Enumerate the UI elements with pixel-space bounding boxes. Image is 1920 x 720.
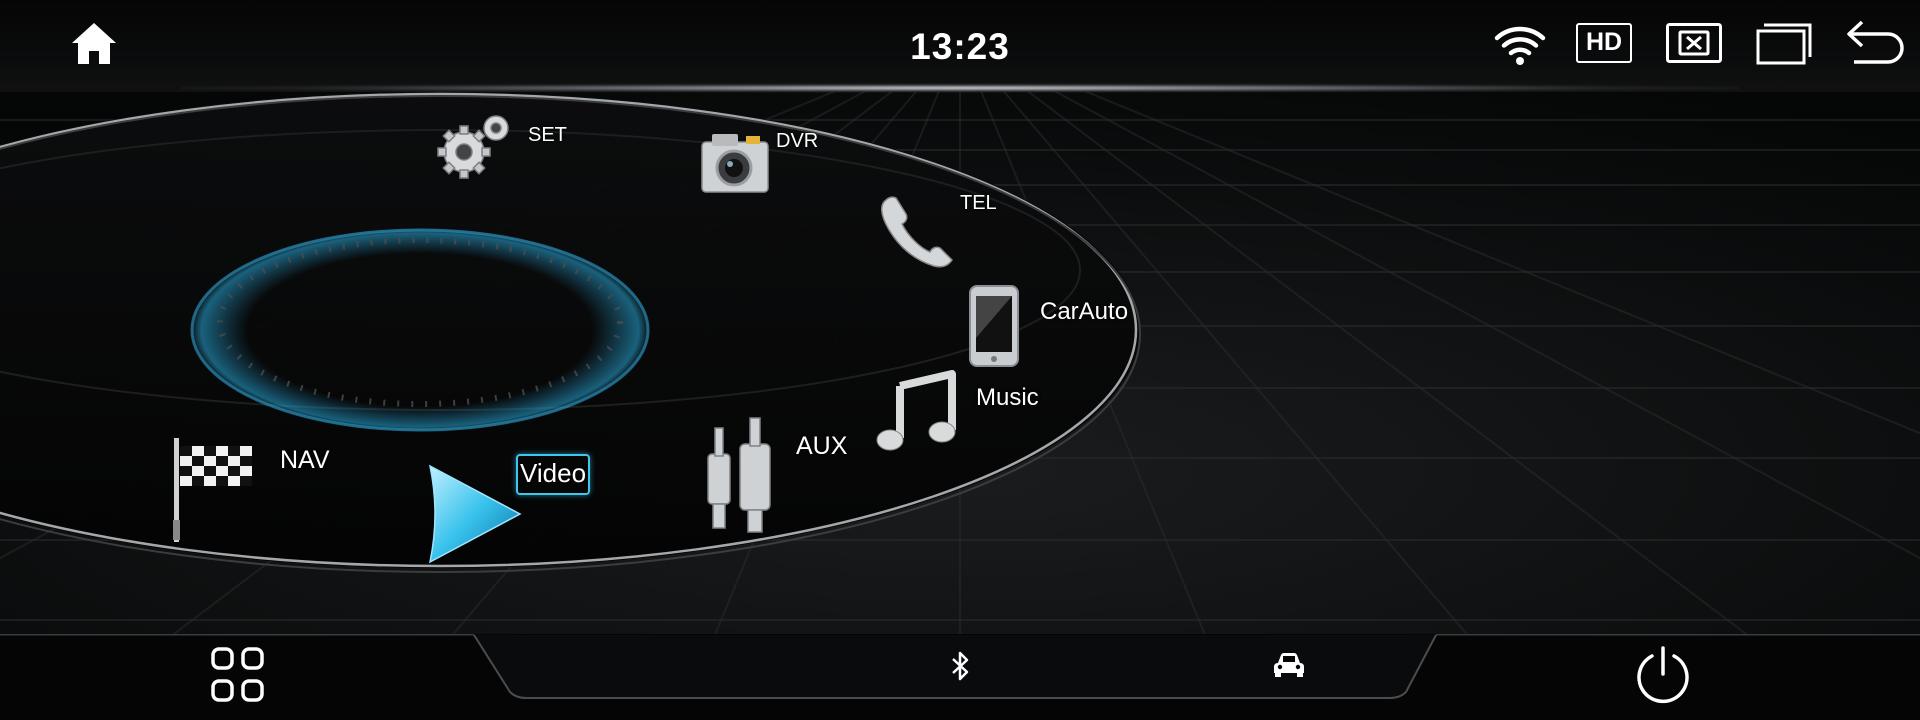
app-nav[interactable]: NAV [172, 436, 342, 546]
app-dvr-label: DVR [776, 130, 819, 152]
gear-icon [437, 115, 509, 179]
home-button[interactable] [70, 20, 118, 68]
music-note-icon [876, 370, 956, 451]
app-aux-label: AUX [796, 432, 848, 460]
app-set[interactable]: SET [436, 110, 576, 186]
vehicle-button[interactable] [1272, 652, 1306, 678]
app-carauto[interactable]: CarAuto [968, 284, 1138, 370]
hd-label: HD [1585, 28, 1623, 56]
app-video-label: Video [516, 454, 591, 495]
car-icon [1274, 653, 1304, 677]
play-icon [428, 464, 522, 564]
back-button[interactable] [1844, 20, 1904, 66]
smartphone-icon [969, 285, 1019, 367]
launcher-background [0, 39, 1920, 720]
app-dvr[interactable]: DVR [698, 128, 828, 200]
app-tel-label: TEL [960, 192, 997, 214]
bluetooth-icon [952, 651, 969, 681]
app-aux[interactable]: AUX [700, 414, 860, 536]
power-button[interactable] [1634, 646, 1692, 704]
back-arrow-icon [1847, 20, 1904, 64]
apps-grid-button[interactable] [210, 646, 266, 704]
app-music-label: Music [976, 384, 1039, 411]
aux-cable-icon [707, 417, 771, 533]
phone-icon [881, 196, 953, 268]
app-set-label: SET [528, 124, 567, 146]
hd-button[interactable]: HD [1576, 23, 1632, 63]
status-bar-glow [180, 84, 1740, 92]
checkered-flag-icon [173, 438, 252, 542]
multi-window-button[interactable] [1756, 23, 1812, 65]
clock: 13:23 [910, 26, 1010, 67]
camera-icon [701, 134, 769, 193]
app-video[interactable]: Video [424, 452, 594, 564]
close-app-button[interactable] [1666, 23, 1722, 63]
app-carauto-label: CarAuto [1040, 298, 1129, 325]
windows-icon [1756, 23, 1812, 65]
app-nav-label: NAV [280, 446, 330, 474]
apps-grid-icon [211, 647, 264, 702]
wifi-icon [1494, 24, 1546, 66]
power-icon [1637, 646, 1689, 704]
app-tel[interactable]: TEL [878, 190, 1008, 270]
close-window-icon [1666, 23, 1722, 63]
bluetooth-button[interactable] [950, 650, 972, 682]
app-music[interactable]: Music [876, 370, 1056, 460]
home-icon [72, 23, 116, 64]
